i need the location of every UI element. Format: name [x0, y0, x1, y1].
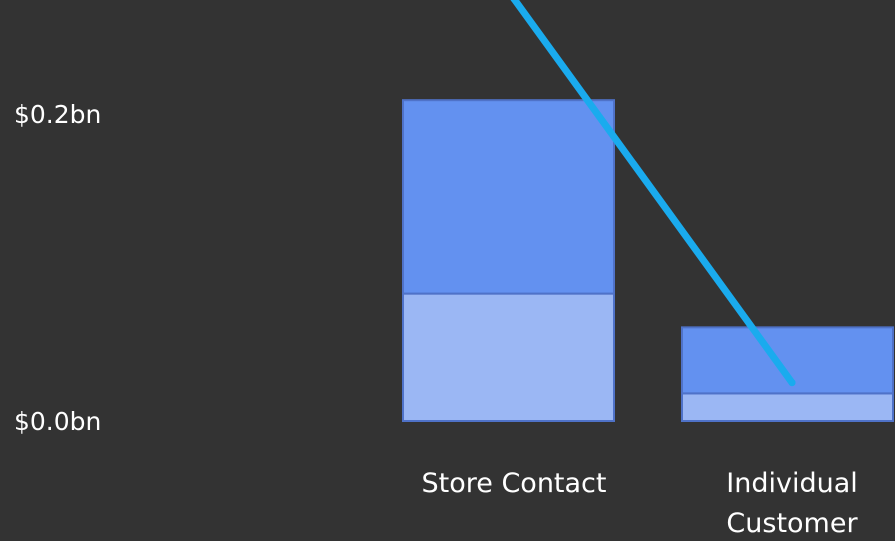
x-tick-label: Customer — [726, 508, 858, 539]
y-tick-label: $0.0bn — [14, 407, 101, 436]
bars — [402, 99, 894, 422]
y-axis: $0.2bn $0.0bn — [14, 100, 101, 436]
chart: $0.2bn $0.0bn Store Contact Individual Cust… — [14, 0, 894, 539]
x-tick-label: Store Contact — [422, 468, 607, 499]
x-tick-label: Individual — [726, 468, 858, 499]
bar-segment — [402, 292, 615, 422]
line-point — [788, 379, 796, 387]
x-axis: Store Contact Individual Customer — [422, 468, 859, 539]
bar-segment — [681, 326, 894, 395]
y-tick-label: $0.2bn — [14, 100, 101, 129]
bar-segment — [681, 392, 894, 422]
bar-segment — [402, 99, 615, 295]
